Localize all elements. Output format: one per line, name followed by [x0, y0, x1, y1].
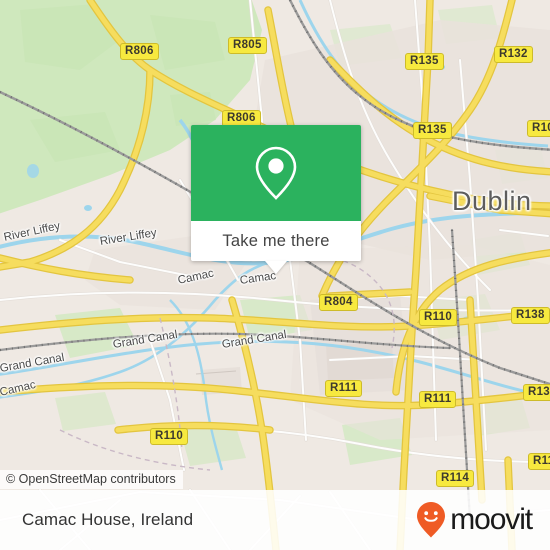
- map-pin-icon: [255, 146, 297, 200]
- map-city-label: Dublin: [452, 186, 532, 216]
- moovit-wordmark: moovit: [450, 503, 533, 536]
- road-shield[interactable]: R135: [413, 122, 452, 139]
- popup-pin-area[interactable]: [191, 125, 361, 221]
- moovit-pin-smiley-icon: [417, 502, 446, 538]
- road-shield[interactable]: R806: [120, 43, 159, 60]
- map-screen: .land { fill:#efe9e3; } .park { fill:#cf…: [0, 0, 550, 550]
- road-shield[interactable]: R111: [419, 391, 457, 408]
- road-shield[interactable]: R110: [419, 309, 458, 326]
- road-shield[interactable]: R135: [405, 53, 444, 70]
- road-shield[interactable]: R805: [228, 37, 267, 54]
- take-me-there-button[interactable]: Take me there: [191, 221, 361, 261]
- map-attribution[interactable]: © OpenStreetMap contributors: [0, 470, 183, 489]
- road-shield[interactable]: R111: [325, 380, 363, 397]
- footer-bar: Camac House, Ireland moovit: [0, 490, 550, 550]
- road-shield[interactable]: R114: [436, 470, 475, 487]
- road-shield[interactable]: R804: [319, 294, 358, 311]
- road-shield[interactable]: R138: [523, 384, 550, 401]
- road-shield[interactable]: R132: [494, 46, 533, 63]
- road-shield[interactable]: R10: [527, 120, 550, 137]
- page-title: Camac House, Ireland: [22, 510, 194, 529]
- moovit-logo[interactable]: moovit: [416, 501, 533, 539]
- road-shield[interactable]: R110: [150, 428, 189, 445]
- map-canvas[interactable]: .land { fill:#efe9e3; } .park { fill:#cf…: [0, 0, 550, 550]
- popup-tail: [265, 261, 287, 274]
- road-shield[interactable]: R117: [528, 453, 550, 470]
- take-me-there-label: Take me there: [222, 231, 330, 250]
- road-shield[interactable]: R138: [511, 307, 550, 324]
- location-popup[interactable]: Take me there: [191, 125, 361, 274]
